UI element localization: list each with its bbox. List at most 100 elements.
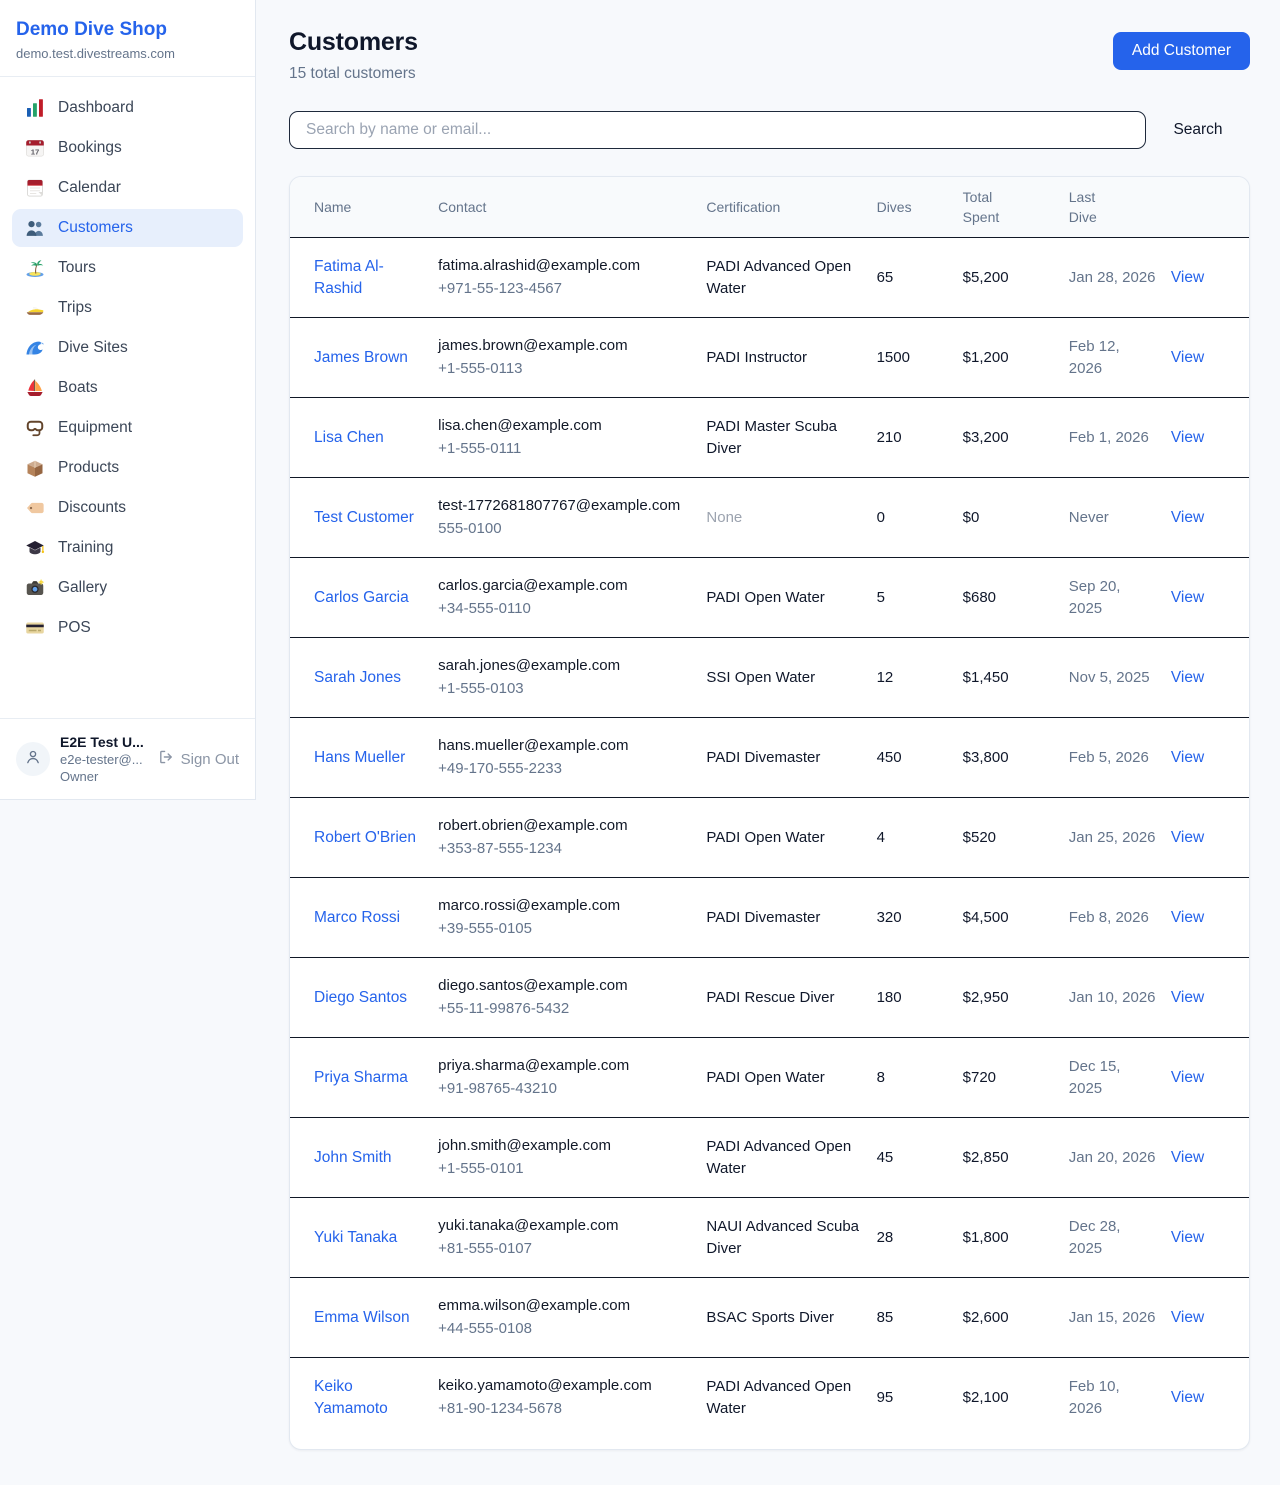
sidebar-item-discounts[interactable]: Discounts: [12, 489, 243, 527]
add-customer-button[interactable]: Add Customer: [1113, 32, 1250, 70]
customer-total-spent: $720: [963, 1038, 1069, 1118]
products-icon: [25, 458, 45, 478]
customer-certification: NAUI Advanced Scuba Diver: [706, 1198, 876, 1278]
customer-last-dive: Dec 28, 2025: [1069, 1198, 1171, 1278]
customer-certification: BSAC Sports Diver: [706, 1278, 876, 1358]
customer-total-spent: $0: [963, 478, 1069, 558]
customer-dives: 4: [877, 798, 963, 878]
sidebar-item-bookings[interactable]: 17 Bookings: [12, 129, 243, 167]
page-header: Customers 15 total customers Add Custome…: [289, 28, 1250, 83]
sidebar-item-dive-sites[interactable]: Dive Sites: [12, 329, 243, 367]
customer-name-link[interactable]: John Smith: [314, 1149, 392, 1166]
table-row: Keiko Yamamoto keiko.yamamoto@example.co…: [290, 1358, 1249, 1438]
table-row: Priya Sharma priya.sharma@example.com +9…: [290, 1038, 1249, 1118]
sidebar-nav: Dashboard 17 Bookings Calendar Customers…: [0, 77, 255, 647]
table-row: Test Customer test-1772681807767@example…: [290, 478, 1249, 558]
customer-name-link[interactable]: Yuki Tanaka: [314, 1229, 397, 1246]
customer-dives: 95: [877, 1358, 963, 1438]
customer-last-dive: Jan 20, 2026: [1069, 1118, 1171, 1198]
customer-name-link[interactable]: Test Customer: [314, 509, 414, 526]
sidebar-item-products[interactable]: Products: [12, 449, 243, 487]
customer-dives: 45: [877, 1118, 963, 1198]
view-customer-link[interactable]: View: [1171, 989, 1204, 1006]
customer-name-link[interactable]: Keiko Yamamoto: [314, 1378, 388, 1417]
customer-name-link[interactable]: Sarah Jones: [314, 669, 401, 686]
sidebar-item-equipment[interactable]: Equipment: [12, 409, 243, 447]
sidebar-item-customers[interactable]: Customers: [12, 209, 243, 247]
sidebar-item-trips[interactable]: Trips: [12, 289, 243, 327]
customer-total-spent: $2,950: [963, 958, 1069, 1038]
sidebar-item-label: Discounts: [58, 499, 126, 517]
customer-phone: +81-555-0107: [438, 1238, 692, 1260]
customer-last-dive: Feb 8, 2026: [1069, 878, 1171, 958]
sidebar-item-tours[interactable]: Tours: [12, 249, 243, 287]
view-customer-link[interactable]: View: [1171, 749, 1204, 766]
customer-certification: PADI Advanced Open Water: [706, 1358, 876, 1438]
view-customer-link[interactable]: View: [1171, 349, 1204, 366]
customer-phone: +1-555-0111: [438, 438, 692, 460]
customer-dives: 450: [877, 718, 963, 798]
view-customer-link[interactable]: View: [1171, 509, 1204, 526]
person-icon: [24, 748, 42, 771]
customers-table-card: Name Contact Certification Dives Total S…: [289, 176, 1250, 1450]
customer-name-link[interactable]: Marco Rossi: [314, 909, 400, 926]
sidebar-item-training[interactable]: Training: [12, 529, 243, 567]
sidebar-item-label: Products: [58, 459, 119, 477]
shop-header: Demo Dive Shop demo.test.divestreams.com: [0, 0, 255, 77]
customer-name-link[interactable]: James Brown: [314, 349, 408, 366]
sidebar-item-label: Boats: [58, 379, 98, 397]
customer-phone: +39-555-0105: [438, 918, 692, 940]
customer-phone: +49-170-555-2233: [438, 758, 692, 780]
view-customer-link[interactable]: View: [1171, 1389, 1204, 1406]
view-customer-link[interactable]: View: [1171, 1309, 1204, 1326]
sidebar-item-boats[interactable]: Boats: [12, 369, 243, 407]
customer-name-link[interactable]: Robert O'Brien: [314, 829, 416, 846]
customer-email: priya.sharma@example.com: [438, 1055, 692, 1077]
sidebar-item-dashboard[interactable]: Dashboard: [12, 89, 243, 127]
search-button[interactable]: Search: [1146, 121, 1250, 139]
view-customer-link[interactable]: View: [1171, 669, 1204, 686]
customer-last-dive: Feb 1, 2026: [1069, 398, 1171, 478]
customer-dives: 180: [877, 958, 963, 1038]
customer-dives: 8: [877, 1038, 963, 1118]
view-customer-link[interactable]: View: [1171, 909, 1204, 926]
view-customer-link[interactable]: View: [1171, 1229, 1204, 1246]
customer-email: robert.obrien@example.com: [438, 815, 692, 837]
customer-email: lisa.chen@example.com: [438, 415, 692, 437]
customer-name-link[interactable]: Lisa Chen: [314, 429, 384, 446]
table-row: James Brown james.brown@example.com +1-5…: [290, 318, 1249, 398]
customer-name-link[interactable]: Priya Sharma: [314, 1069, 408, 1086]
table-row: Yuki Tanaka yuki.tanaka@example.com +81-…: [290, 1198, 1249, 1278]
sidebar-item-calendar[interactable]: Calendar: [12, 169, 243, 207]
user-role: Owner: [60, 769, 146, 784]
user-email: e2e-tester@...: [60, 752, 146, 767]
customer-dives: 28: [877, 1198, 963, 1278]
shop-name-link[interactable]: Demo Dive Shop: [16, 19, 239, 41]
customer-name-link[interactable]: Fatima Al-Rashid: [314, 258, 384, 297]
customer-certification: PADI Instructor: [706, 318, 876, 398]
view-customer-link[interactable]: View: [1171, 589, 1204, 606]
sidebar-item-label: Equipment: [58, 419, 132, 437]
sign-out-button[interactable]: Sign Out: [156, 749, 241, 769]
pos-icon: [25, 618, 45, 638]
customer-name-link[interactable]: Carlos Garcia: [314, 589, 409, 606]
customer-total-spent: $3,800: [963, 718, 1069, 798]
customer-certification: PADI Rescue Diver: [706, 958, 876, 1038]
customer-name-link[interactable]: Emma Wilson: [314, 1309, 410, 1326]
customer-certification: PADI Open Water: [706, 1038, 876, 1118]
customer-total-spent: $520: [963, 798, 1069, 878]
customer-name-link[interactable]: Diego Santos: [314, 989, 407, 1006]
table-row: Lisa Chen lisa.chen@example.com +1-555-0…: [290, 398, 1249, 478]
sidebar-item-pos[interactable]: POS: [12, 609, 243, 647]
view-customer-link[interactable]: View: [1171, 829, 1204, 846]
view-customer-link[interactable]: View: [1171, 1149, 1204, 1166]
sidebar-item-gallery[interactable]: Gallery: [12, 569, 243, 607]
customer-name-link[interactable]: Hans Mueller: [314, 749, 405, 766]
customer-phone: +44-555-0108: [438, 1318, 692, 1340]
search-input[interactable]: [289, 111, 1146, 149]
view-customer-link[interactable]: View: [1171, 429, 1204, 446]
view-customer-link[interactable]: View: [1171, 1069, 1204, 1086]
view-customer-link[interactable]: View: [1171, 269, 1204, 286]
customer-total-spent: $2,850: [963, 1118, 1069, 1198]
sidebar: Demo Dive Shop demo.test.divestreams.com…: [0, 0, 256, 800]
